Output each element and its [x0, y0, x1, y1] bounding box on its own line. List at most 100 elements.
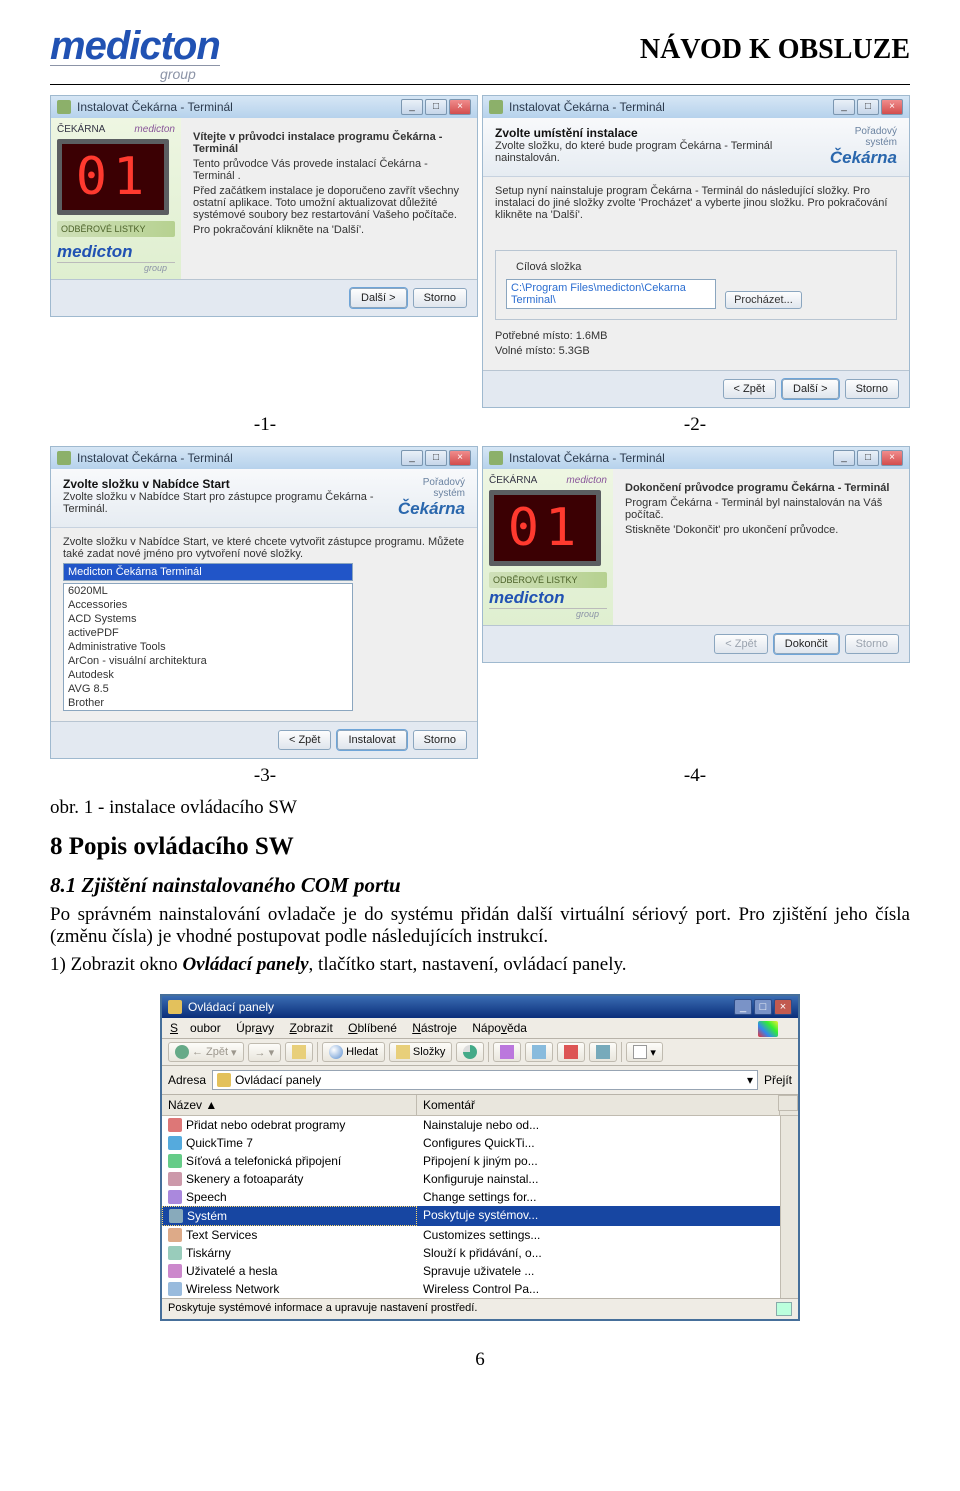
cancel-button[interactable]: Storno	[413, 288, 467, 308]
list-item[interactable]: Skenery a fotoaparátyKonfiguruje nainsta…	[162, 1170, 798, 1188]
button-row: < Zpět Dokončit Storno	[483, 625, 909, 662]
list-item[interactable]: Accessories	[64, 598, 352, 612]
scrollbar-track[interactable]	[780, 1188, 798, 1206]
wizard-text: Pro pokračování klikněte na 'Další'.	[193, 224, 465, 236]
logo-text: medicton	[50, 24, 220, 68]
emphasis: Ovládací panely	[182, 954, 308, 975]
menu-help[interactable]: Nápověda	[472, 1021, 527, 1035]
list-item[interactable]: BTL-08 Win	[64, 710, 352, 711]
window-icon	[168, 1000, 182, 1014]
scrollbar-track[interactable]	[780, 1152, 798, 1170]
install-button[interactable]: Instalovat	[337, 730, 406, 750]
menu-edit[interactable]: Úpravy	[236, 1021, 274, 1035]
finish-button[interactable]: Dokončit	[774, 634, 839, 654]
minimize-button[interactable]: _	[401, 99, 423, 115]
list-header[interactable]: Název ▲ Komentář ▴	[162, 1095, 798, 1116]
back-button[interactable]: ← Zpět ▾	[168, 1042, 244, 1062]
cancel-button[interactable]: Storno	[413, 730, 467, 750]
col-comment[interactable]: Komentář	[417, 1095, 780, 1115]
close-button[interactable]: ×	[774, 999, 792, 1015]
maximize-button[interactable]: □	[754, 999, 772, 1015]
scrollbar-track[interactable]	[780, 1116, 798, 1134]
browse-button[interactable]: Procházet...	[725, 291, 802, 309]
search-button[interactable]: Hledat	[322, 1042, 385, 1062]
menu-view[interactable]: Zobrazit	[289, 1021, 332, 1035]
list-item[interactable]: Wireless NetworkWireless Control Pa...	[162, 1280, 798, 1298]
startmenu-input[interactable]: Medicton Čekárna Terminál	[63, 563, 353, 581]
maximize-button[interactable]: □	[425, 450, 447, 466]
list-item[interactable]: Síťová a telefonická připojeníPřipojení …	[162, 1152, 798, 1170]
list-item[interactable]: Brother	[64, 696, 352, 710]
scrollbar-track[interactable]	[780, 1262, 798, 1280]
back-button[interactable]: < Zpět	[278, 730, 332, 750]
scrollbar-track[interactable]	[780, 1244, 798, 1262]
scrollbar-track[interactable]	[780, 1134, 798, 1152]
close-button[interactable]: ×	[881, 99, 903, 115]
minimize-button[interactable]: _	[401, 450, 423, 466]
close-button[interactable]: ×	[449, 99, 471, 115]
menu-bar[interactable]: Soubor Úpravy Zobrazit Oblíbené Nástroje…	[162, 1018, 798, 1039]
minimize-button[interactable]: _	[833, 450, 855, 466]
scrollbar-track[interactable]	[780, 1206, 798, 1226]
sidebar-logo: medicton group	[489, 588, 607, 619]
screenshot-row-2: Instalovat Čekárna - Terminál _□× Zvolte…	[50, 446, 910, 759]
minimize-button[interactable]: _	[833, 99, 855, 115]
sidebar-logo: medicton group	[57, 242, 175, 273]
next-button[interactable]: Další >	[350, 288, 407, 308]
list-item[interactable]: 6020ML	[64, 584, 352, 598]
cancel-button[interactable]: Storno	[845, 379, 899, 399]
menu-file[interactable]: Soubor	[170, 1021, 221, 1035]
menu-tools[interactable]: Nástroje	[412, 1021, 457, 1035]
wizard-brand: Pořadový systém Čekárna	[394, 477, 465, 519]
address-input[interactable]: Ovládací panely ▾	[212, 1070, 758, 1090]
list-item[interactable]: activePDF	[64, 626, 352, 640]
move-button[interactable]	[493, 1042, 521, 1062]
forward-button[interactable]: → ▾	[248, 1043, 282, 1062]
views-button[interactable]: ▾	[626, 1042, 663, 1062]
wizard-heading: Zvolte složku v Nabídce Start	[63, 477, 394, 491]
maximize-button[interactable]: □	[857, 99, 879, 115]
list-item[interactable]: Text ServicesCustomizes settings...	[162, 1226, 798, 1244]
cancel-button: Storno	[845, 634, 899, 654]
scroll-up[interactable]: ▴	[780, 1095, 798, 1115]
minimize-button[interactable]: _	[734, 999, 752, 1015]
logo-wordmark: medicton	[50, 24, 220, 69]
list-item[interactable]: Autodesk	[64, 668, 352, 682]
brand-sup: Pořadový systém	[824, 126, 897, 148]
go-button[interactable]: Přejít	[764, 1073, 792, 1087]
list-item[interactable]: ArCon - visuální architektura	[64, 654, 352, 668]
undo-button[interactable]	[589, 1042, 617, 1062]
scrollbar-track[interactable]	[780, 1170, 798, 1188]
scrollbar-track[interactable]	[780, 1280, 798, 1298]
item-icon	[168, 1172, 182, 1186]
list-item[interactable]: Uživatelé a heslaSpravuje uživatele ...	[162, 1262, 798, 1280]
group-label: Cílová složka	[512, 261, 585, 273]
history-button[interactable]	[456, 1042, 484, 1062]
folders-button[interactable]: Složky	[389, 1042, 452, 1062]
item-icon	[168, 1118, 182, 1132]
list-item[interactable]: ACD Systems	[64, 612, 352, 626]
maximize-button[interactable]: □	[857, 450, 879, 466]
close-button[interactable]: ×	[449, 450, 471, 466]
list-item[interactable]: SystémPoskytuje systémov...	[162, 1206, 798, 1226]
delete-button[interactable]	[557, 1042, 585, 1062]
list-item[interactable]: TiskárnySlouží k přidávání, o...	[162, 1244, 798, 1262]
copy-button[interactable]	[525, 1042, 553, 1062]
item-name: Přidat nebo odebrat programy	[186, 1118, 345, 1132]
scrollbar-track[interactable]	[780, 1226, 798, 1244]
body-paragraph: Po správném nainstalování ovladače je do…	[50, 904, 910, 948]
list-item[interactable]: Přidat nebo odebrat programyNainstaluje …	[162, 1116, 798, 1134]
menu-fav[interactable]: Oblíbené	[348, 1021, 397, 1035]
list-item[interactable]: QuickTime 7Configures QuickTi...	[162, 1134, 798, 1152]
list-item[interactable]: AVG 8.5	[64, 682, 352, 696]
close-button[interactable]: ×	[881, 450, 903, 466]
up-button[interactable]	[285, 1042, 313, 1062]
path-input[interactable]: C:\Program Files\medicton\Cekarna Termin…	[506, 279, 716, 309]
back-button[interactable]: < Zpět	[723, 379, 777, 399]
maximize-button[interactable]: □	[425, 99, 447, 115]
list-item[interactable]: Administrative Tools	[64, 640, 352, 654]
list-item[interactable]: SpeechChange settings for...	[162, 1188, 798, 1206]
startmenu-listbox[interactable]: 6020MLAccessoriesACD SystemsactivePDFAdm…	[63, 583, 353, 711]
next-button[interactable]: Další >	[782, 379, 839, 399]
col-name[interactable]: Název ▲	[162, 1095, 417, 1115]
